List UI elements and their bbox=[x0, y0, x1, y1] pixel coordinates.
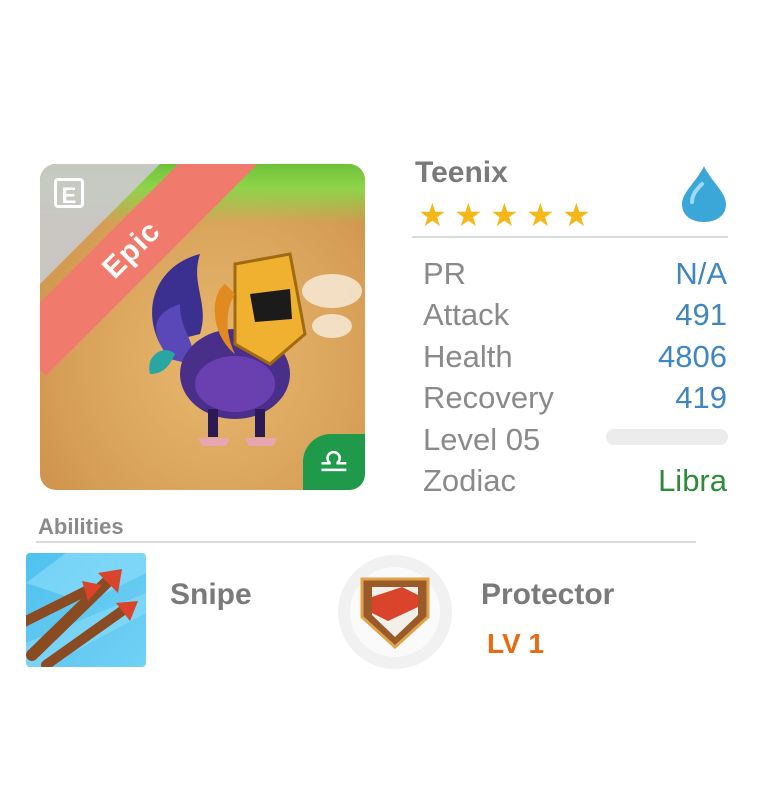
stat-label-zodiac: Zodiac bbox=[423, 463, 517, 498]
star-rating: ★ ★ ★ ★ ★ bbox=[418, 197, 592, 233]
star-icon: ★ bbox=[562, 197, 591, 233]
star-icon: ★ bbox=[526, 197, 555, 233]
stat-label-level: Level 05 bbox=[423, 422, 541, 457]
ability-name-snipe: Snipe bbox=[170, 578, 252, 611]
shield-icon bbox=[360, 577, 430, 650]
arrows-icon[interactable] bbox=[26, 553, 146, 667]
ability-level: LV 1 bbox=[487, 628, 545, 659]
star-icon: ★ bbox=[454, 197, 483, 233]
protector-ability-button[interactable] bbox=[338, 555, 452, 669]
ability-name-protector: Protector bbox=[481, 578, 615, 611]
stat-label-recovery: Recovery bbox=[423, 380, 554, 415]
info-divider bbox=[412, 236, 728, 238]
water-drop-icon bbox=[682, 166, 726, 222]
edition-badge: E bbox=[54, 178, 84, 208]
stat-value-pr: N/A bbox=[675, 256, 727, 291]
stat-label-pr: PR bbox=[423, 256, 467, 291]
stat-label-attack: Attack bbox=[423, 297, 510, 332]
monster-name: Teenix bbox=[415, 156, 508, 189]
abilities-divider bbox=[36, 541, 696, 543]
stat-label-health: Health bbox=[423, 339, 513, 374]
level-progress-bar bbox=[606, 429, 728, 445]
stat-value-recovery: 419 bbox=[675, 380, 727, 415]
abilities-title: Abilities bbox=[38, 514, 124, 539]
libra-icon: ♎ bbox=[303, 434, 365, 490]
star-icon: ★ bbox=[418, 197, 447, 233]
star-icon: ★ bbox=[490, 197, 519, 233]
monster-card[interactable]: Epic E ♎ bbox=[40, 164, 365, 490]
stat-value-attack: 491 bbox=[675, 297, 727, 332]
stat-value-zodiac: Libra bbox=[658, 463, 727, 498]
stat-value-health: 4806 bbox=[658, 339, 727, 374]
monster-image bbox=[149, 252, 307, 446]
